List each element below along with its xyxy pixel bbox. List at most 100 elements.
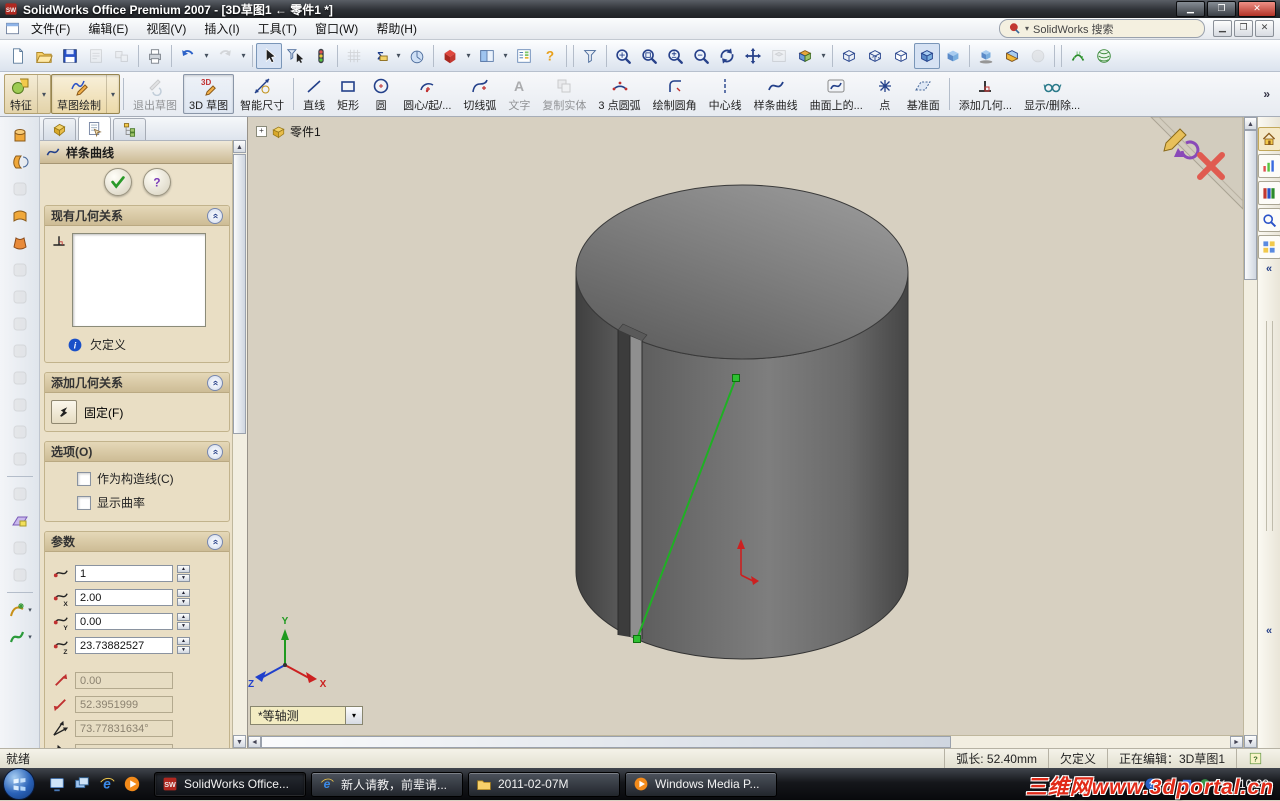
document-icon[interactable] xyxy=(5,21,20,36)
dropdown-arrow[interactable]: ▾ xyxy=(28,633,32,641)
horizontal-scrollbar[interactable]: ◄ ► xyxy=(248,735,1243,748)
tab-configurationmanager[interactable] xyxy=(113,118,146,140)
view-orientation-combo[interactable]: *等轴测 ▾ xyxy=(250,706,363,725)
sketch-fillet-button[interactable]: 绘制圆角 xyxy=(647,74,703,114)
combo-dropdown-arrow[interactable]: ▾ xyxy=(346,706,363,725)
circle-button[interactable]: 圆 xyxy=(365,74,397,114)
search-dropdown-arrow[interactable]: ▾ xyxy=(1025,24,1029,33)
mdi-close-button[interactable]: ✕ xyxy=(1255,20,1274,37)
task-pane-tab-search[interactable] xyxy=(1258,208,1280,232)
z-coordinate-input[interactable] xyxy=(75,637,173,654)
centerline-button[interactable]: 中心线 xyxy=(703,74,748,114)
zoom-selected-button[interactable] xyxy=(688,43,714,69)
lofted-boss-button[interactable] xyxy=(7,203,33,229)
dropdown-arrow[interactable]: ▾ xyxy=(500,44,511,68)
menu-item-0[interactable]: 文件(F) xyxy=(22,18,79,39)
x-coordinate-input[interactable] xyxy=(75,589,173,606)
scroll-thumb[interactable] xyxy=(261,736,951,748)
dropdown-arrow[interactable]: ▾ xyxy=(463,44,474,68)
view-orientation-button[interactable] xyxy=(792,43,818,69)
spline-tools-button[interactable]: ▾ xyxy=(7,624,33,650)
tree-expand-icon[interactable]: + xyxy=(256,126,267,137)
help-button[interactable]: ? xyxy=(537,43,563,69)
reference-geometry-button[interactable] xyxy=(7,508,33,534)
shadows-button[interactable] xyxy=(973,43,999,69)
collapse-chevron-icon[interactable]: « xyxy=(207,534,223,550)
close-button[interactable]: ✕ xyxy=(1238,1,1276,17)
spinner-up-arrow[interactable]: ▲ xyxy=(177,637,190,645)
spline-endpoint-bottom[interactable] xyxy=(634,636,641,643)
section-view-button[interactable] xyxy=(999,43,1025,69)
dropdown-arrow[interactable]: ▾ xyxy=(106,75,119,113)
revolved-boss-button[interactable] xyxy=(7,149,33,175)
point-number-spinner[interactable]: ▲▼ xyxy=(177,565,190,582)
z-coordinate-spinner[interactable]: ▲▼ xyxy=(177,637,190,654)
open-button[interactable] xyxy=(31,43,57,69)
shaded-with-edges-button[interactable] xyxy=(914,43,940,69)
spinner-down-arrow[interactable]: ▼ xyxy=(177,646,190,654)
select-button[interactable] xyxy=(256,43,282,69)
collapse-chevron-icon[interactable]: « xyxy=(207,444,223,460)
scroll-up-arrow[interactable]: ▲ xyxy=(233,140,246,153)
switch-windows-button[interactable] xyxy=(71,773,93,795)
menu-item-3[interactable]: 插入(I) xyxy=(195,18,248,39)
point-button[interactable]: 点 xyxy=(869,74,901,114)
relations-listbox[interactable] xyxy=(72,233,206,327)
x-coordinate-spinner[interactable]: ▲▼ xyxy=(177,589,190,606)
centerpoint-arc-button[interactable]: 圆心/起/... xyxy=(397,74,457,114)
part-name[interactable]: 零件1 xyxy=(290,123,321,140)
task-pane-splitter[interactable] xyxy=(1266,321,1273,531)
solidworks-button[interactable] xyxy=(437,43,463,69)
menu-item-6[interactable]: 帮助(H) xyxy=(367,18,426,39)
spinner-down-arrow[interactable]: ▼ xyxy=(177,574,190,582)
line-button[interactable]: 直线 xyxy=(297,74,331,114)
scroll-left-arrow[interactable]: ◄ xyxy=(248,736,261,748)
new-button[interactable] xyxy=(5,43,31,69)
print-button[interactable] xyxy=(142,43,168,69)
spline-endpoint-top[interactable] xyxy=(733,375,740,382)
dropdown-arrow[interactable]: ▾ xyxy=(28,606,32,614)
dropdown-arrow[interactable]: ▾ xyxy=(201,44,212,68)
three-point-arc-button[interactable]: 3 点圆弧 xyxy=(592,74,646,114)
dropdown-arrow[interactable]: ▾ xyxy=(818,44,829,68)
dropdown-arrow[interactable]: ▾ xyxy=(393,44,404,68)
collapse-chevron-icon[interactable]: « xyxy=(207,375,223,391)
toolbar-overflow-button[interactable]: » xyxy=(1257,87,1276,101)
zoom-fit-button[interactable] xyxy=(610,43,636,69)
add-relation-button[interactable]: 添加几何... xyxy=(953,74,1018,114)
plane-button[interactable]: 基准面 xyxy=(901,74,946,114)
selection-filter-button[interactable] xyxy=(577,43,603,69)
save-button[interactable] xyxy=(57,43,83,69)
taskbar-task-1[interactable]: e新人请教，前辈请... xyxy=(311,772,463,797)
construction-line-checkbox[interactable] xyxy=(77,472,91,486)
smart-dimension-button[interactable]: 智能尺寸 xyxy=(234,74,290,114)
tab-featuremanager[interactable] xyxy=(43,118,76,140)
spline-on-surface-button[interactable]: 曲面上的... xyxy=(804,74,869,114)
taskbar-task-0[interactable]: SWSolidWorks Office... xyxy=(154,772,306,797)
dropdown-arrow[interactable]: ▾ xyxy=(238,44,249,68)
curves-button[interactable]: ▾ xyxy=(7,597,33,623)
undo-button[interactable] xyxy=(175,43,201,69)
solidworks-search-box[interactable]: ▾ SolidWorks 搜索 xyxy=(999,19,1205,38)
rectangle-button[interactable]: 矩形 xyxy=(331,74,365,114)
graphics-viewport[interactable]: Y X Z + 零件1 *等轴测 ▾ xyxy=(248,117,1243,735)
measure-button[interactable]: Σ xyxy=(367,43,393,69)
zebra-button[interactable] xyxy=(1091,43,1117,69)
menu-item-1[interactable]: 编辑(E) xyxy=(79,18,137,39)
spinner-up-arrow[interactable]: ▲ xyxy=(177,589,190,597)
tangent-arc-button[interactable]: 切线弧 xyxy=(457,74,502,114)
restore-button[interactable]: ❐ xyxy=(1207,1,1236,17)
spinner-up-arrow[interactable]: ▲ xyxy=(177,613,190,621)
show-desktop-button[interactable] xyxy=(46,773,68,795)
scroll-right-arrow[interactable]: ► xyxy=(1230,736,1243,748)
flyout-feature-tree[interactable]: + 零件1 xyxy=(256,123,321,140)
fixed-relation-button[interactable] xyxy=(51,400,77,424)
task-pane-collapse-button-2[interactable]: « xyxy=(1260,624,1279,640)
boundary-boss-button[interactable] xyxy=(7,230,33,256)
point-number-input[interactable] xyxy=(75,565,173,582)
display-delete-relations-button[interactable]: 显示/删除... xyxy=(1018,74,1086,114)
extruded-boss-button[interactable] xyxy=(7,122,33,148)
cylinder-model[interactable] xyxy=(576,185,908,659)
rebuild-button[interactable] xyxy=(308,43,334,69)
hidden-lines-visible-button[interactable] xyxy=(862,43,888,69)
